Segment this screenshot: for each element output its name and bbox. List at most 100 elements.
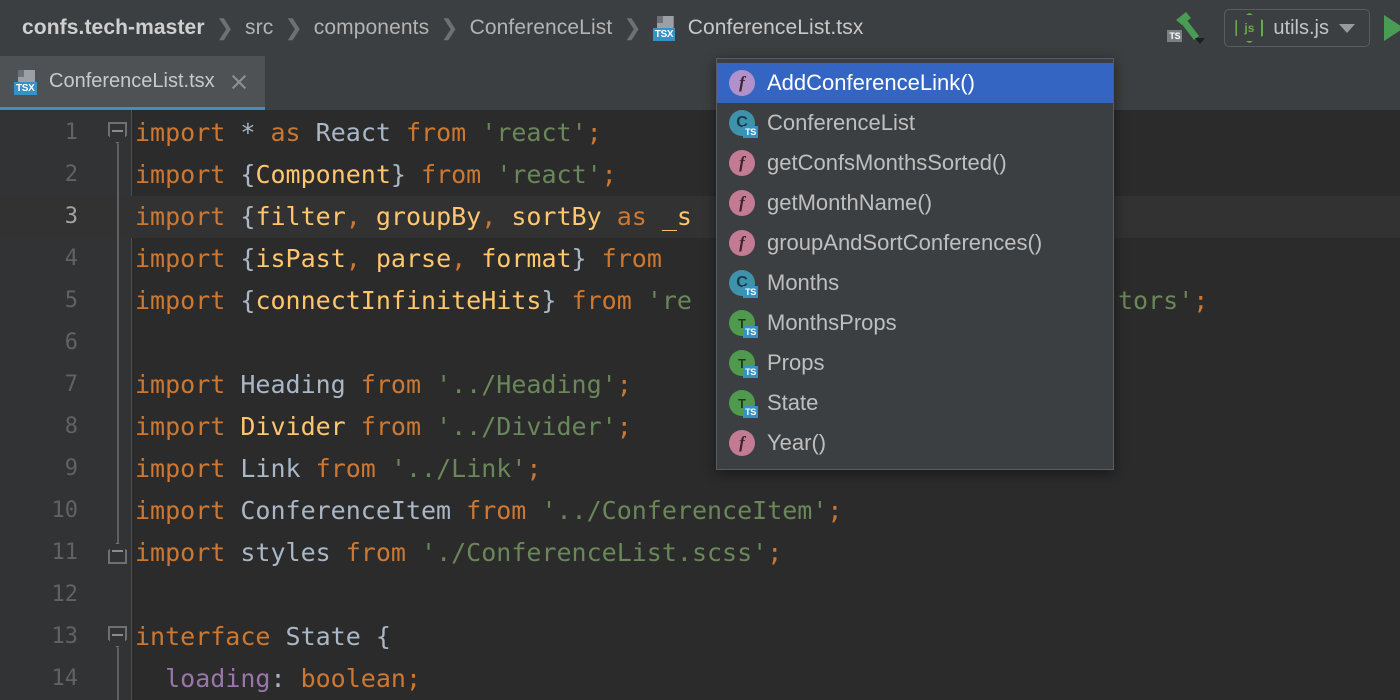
code-token: sortBy (511, 202, 602, 231)
code-token: from (360, 370, 422, 399)
function-icon: f (729, 190, 755, 216)
code-token: : (270, 664, 301, 693)
run-configuration-label: utils.js (1273, 16, 1329, 39)
function-icon: f (729, 430, 755, 456)
code-editor[interactable]: 1 import * as React from 'react'; 2 import … (0, 110, 1400, 700)
code-line-tail: tors'; (1118, 280, 1400, 322)
completion-item-label: groupAndSortConferences() (767, 230, 1043, 255)
editor-tab-conferencelist[interactable]: TSX ConferenceList.tsx (0, 56, 265, 110)
hammer-build-icon[interactable]: TS (1166, 11, 1208, 45)
run-play-icon[interactable] (1384, 15, 1400, 41)
completion-item[interactable]: f AddConferenceLink() (717, 63, 1113, 103)
completion-item-label: getMonthName() (767, 190, 933, 215)
completion-item[interactable]: f getConfsMonthsSorted() (717, 143, 1113, 183)
code-token: boolean (300, 664, 406, 693)
line-number: 3 (64, 204, 78, 229)
completion-item-list[interactable]: f AddConferenceLink() C TS ConferenceList f ge… (717, 63, 1113, 463)
editor-tab-strip: TSX ConferenceList.tsx (0, 56, 1400, 110)
fold-minus-icon (112, 634, 123, 636)
completion-item[interactable]: C TS ConferenceList (717, 103, 1113, 143)
fold-region-line (117, 648, 119, 700)
code-token: Heading (240, 370, 346, 399)
completion-item[interactable]: C TS Months (717, 263, 1113, 303)
type-ts-icon: T TS (729, 390, 758, 418)
breadcrumb-separator-icon: ❯ (440, 15, 459, 40)
ide-window: confs.tech-master ❯ src ❯ components ❯ C… (0, 0, 1400, 700)
code-token: ; (526, 454, 542, 483)
code-line[interactable]: interface State { (132, 616, 1400, 658)
completion-item[interactable]: f Year() (717, 423, 1113, 463)
completion-item-label: Year() (767, 430, 827, 455)
line-number: 6 (64, 330, 78, 355)
code-token: import (135, 538, 226, 567)
code-line[interactable]: import ConferenceItem from '../Conferenc… (132, 490, 1400, 532)
completion-item-label: AddConferenceLink() (767, 70, 975, 95)
breadcrumb-item-conferencelist[interactable]: ConferenceList (470, 16, 613, 40)
code-token: ; (616, 370, 632, 399)
line-number: 4 (64, 246, 78, 271)
completion-item[interactable]: T TS State (717, 383, 1113, 423)
code-token: interface (135, 622, 271, 651)
code-token: '../Heading' (436, 370, 617, 399)
completion-item[interactable]: f getMonthName() (717, 183, 1113, 223)
breadcrumb-item-src[interactable]: src (245, 16, 273, 40)
code-token: ; (586, 118, 602, 147)
type-ts-icon: T TS (729, 310, 758, 338)
breadcrumb-separator-icon: ❯ (284, 15, 303, 40)
code-token: ; (827, 496, 843, 525)
line-number: 2 (64, 162, 78, 187)
code-token: } (571, 244, 587, 273)
line-number: 13 (51, 624, 79, 649)
line-number: 7 (64, 372, 78, 397)
code-completion-popup[interactable]: f AddConferenceLink() C TS ConferenceList f ge… (716, 58, 1114, 470)
code-token: import (135, 286, 226, 315)
breadcrumb-root[interactable]: confs.tech-master (22, 16, 205, 40)
class-ts-icon: C TS (729, 270, 758, 298)
breadcrumb-separator-icon: ❯ (623, 15, 642, 40)
code-token: format (481, 244, 572, 273)
chevron-down-icon[interactable] (1339, 23, 1355, 33)
completion-item[interactable]: T TS MonthsProps (717, 303, 1113, 343)
code-token: , (481, 202, 512, 231)
breadcrumb-item-components[interactable]: components (314, 16, 429, 40)
code-token: connectInfiniteHits (255, 286, 542, 315)
code-token: import (135, 454, 226, 483)
completion-item[interactable]: f groupAndSortConferences() (717, 223, 1113, 263)
code-token: { (375, 622, 391, 651)
code-token: tors' (1118, 286, 1194, 315)
code-token: ; (616, 412, 632, 441)
run-configuration-selector[interactable]: js utils.js (1224, 9, 1370, 47)
code-token: '../Link' (390, 454, 527, 483)
completion-icon-glyph: f (729, 150, 755, 176)
completion-item[interactable]: T TS Props (717, 343, 1113, 383)
close-icon[interactable] (229, 72, 249, 92)
code-token: import (135, 202, 226, 231)
code-token: , (451, 244, 482, 273)
code-line[interactable]: loading: boolean; (132, 658, 1400, 700)
code-token: State (285, 622, 361, 651)
completion-item-label: Months (767, 270, 840, 295)
line-number: 1 (64, 120, 78, 145)
chevron-down-icon[interactable] (1195, 38, 1206, 44)
completion-icon-glyph: f (729, 70, 755, 96)
type-ts-icon: T TS (729, 350, 758, 378)
code-token: from (360, 412, 422, 441)
code-line[interactable]: import styles from './ConferenceList.scs… (132, 532, 1400, 574)
code-line[interactable] (132, 574, 1400, 616)
breadcrumb-file[interactable]: ConferenceList.tsx (688, 16, 864, 40)
fold-region-line (117, 144, 119, 544)
